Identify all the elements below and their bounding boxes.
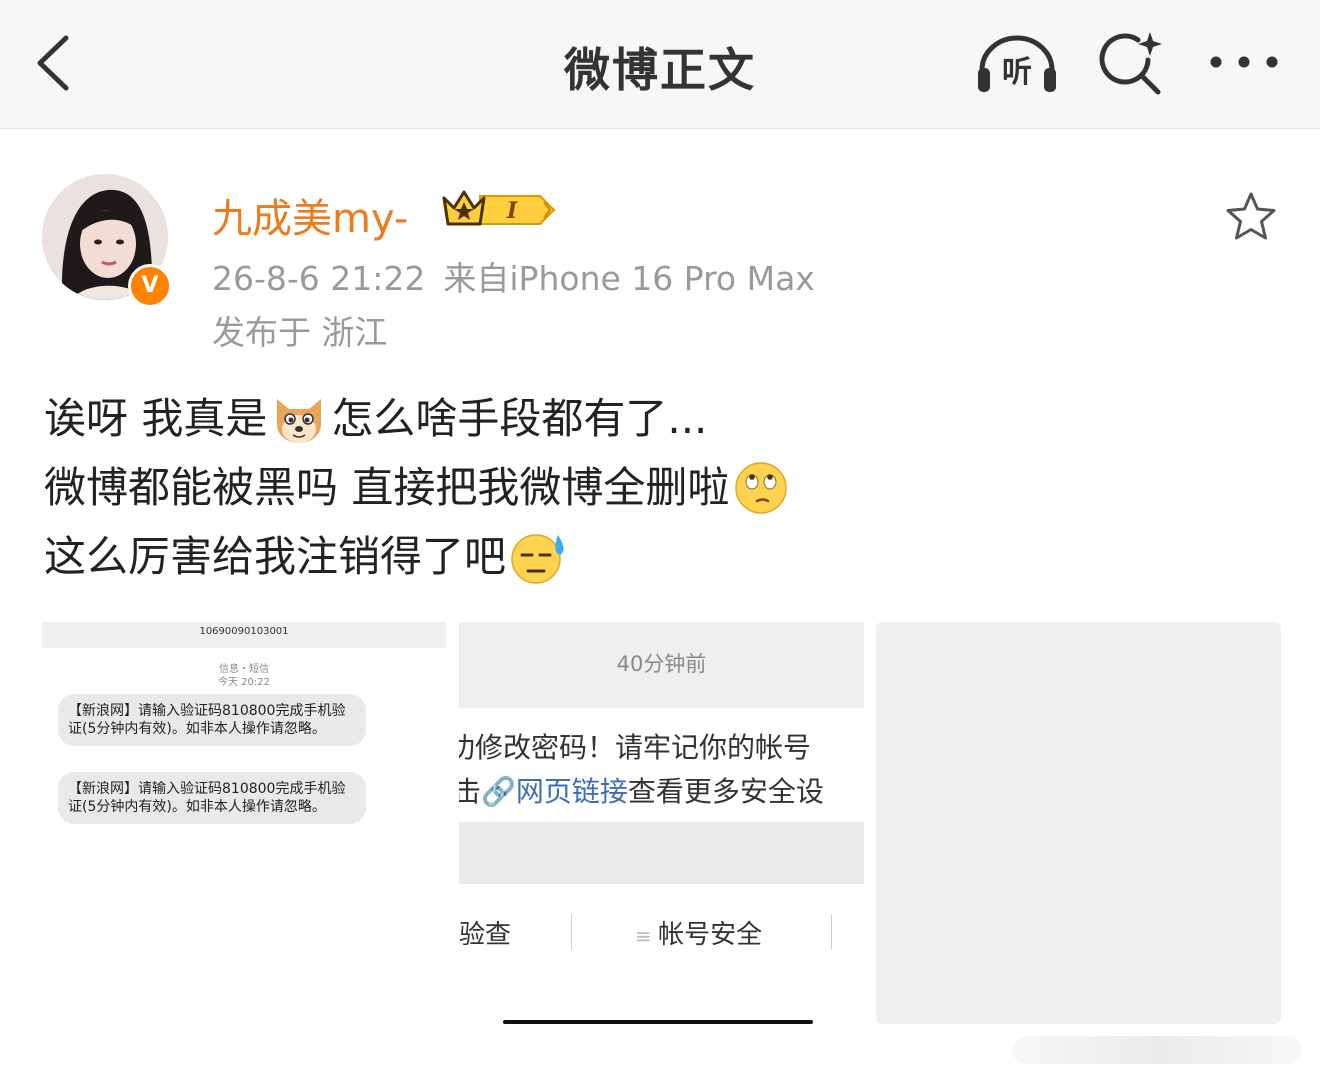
more-button[interactable] [1206,44,1282,80]
member-crown-badge[interactable]: I [440,186,560,232]
notice-text: 击 [459,775,482,808]
post-text-segment: 诶呀 我真是 [44,394,268,443]
sms-bubble: 【新浪网】请输入验证码810800完成手机验证(5分钟内有效)。如非本人操作请忽… [58,772,366,824]
divider [831,914,832,950]
post-text-segment: 微博都能被黑吗 直接把我微博全删啦 [44,463,730,512]
post-text: 诶呀 我真是 怎么啥手段都有了... 微博都能被黑吗 直接把我微博全删啦 这么厉… [44,384,793,591]
divider [571,914,572,950]
post-line-3: 这么厉害给我注销得了吧 [44,522,793,591]
search-button[interactable] [1096,28,1166,98]
notice-line-2: 击🔗网页链接查看更多安全设 [459,770,824,810]
listen-button[interactable]: 听 [974,30,1060,96]
post-line-2: 微博都能被黑吗 直接把我微博全删啦 [44,453,793,522]
sms-bubble: 【新浪网】请输入验证码810800完成手机验证(5分钟内有效)。如非本人操作请忽… [58,694,366,746]
notice-card: 功修改密码！请牢记你的帐号 击🔗网页链接查看更多安全设 [459,708,864,822]
post-image-sms[interactable]: 10690090103001 信息・短信 今天 20:22 【新浪网】请输入验证… [42,622,446,1024]
favorite-button[interactable] [1224,190,1278,244]
post-image-notice[interactable]: 40分钟前 功修改密码！请牢记你的帐号 击🔗网页链接查看更多安全设 验查 ≡ 帐… [459,622,864,1024]
sweat-emoji-icon [511,533,564,584]
notice-action-check: 验查 [459,920,512,950]
sms-time: 今天 20:22 [218,677,270,688]
notice-time: 40分钟前 [616,652,707,676]
post-image-placeholder[interactable] [876,622,1281,1024]
notice-action-safety: ≡ 帐号安全 [635,914,762,951]
notice-action-label: 帐号安全 [658,920,763,950]
post-location: 发布于 浙江 [212,313,388,352]
notice-line-1: 功修改密码！请牢记你的帐号 [459,731,812,764]
star-outline-icon [1226,192,1276,240]
post-source: 来自iPhone 16 Pro Max [443,259,815,298]
top-nav-bar: 微博正文 听 [0,0,1320,129]
notice-spacer [459,822,864,884]
verified-badge: V [128,264,172,308]
link-icon: 🔗 [481,775,516,808]
crown-icon: I [442,190,556,226]
listen-label: 听 [1002,55,1032,90]
eye-roll-emoji-icon [735,461,788,514]
notice-text: 查看更多安全设 [627,775,824,808]
post-timestamp: 26-8-6 21:22 [212,259,426,298]
search-sparkle-icon [1099,32,1162,95]
headphones-icon: 听 [978,35,1056,92]
more-dots-icon [1210,56,1278,68]
post-text-segment: 这么厉害给我注销得了吧 [44,532,507,581]
post-meta: 26-8-6 21:22 来自iPhone 16 Pro Max [212,252,815,300]
watermark [1012,1036,1302,1064]
post-line-1: 诶呀 我真是 怎么啥手段都有了... [44,384,793,453]
sms-sender: 10690090103001 [199,626,289,637]
notice-link: 网页链接 [515,775,628,808]
badge-level: I [506,198,518,224]
doge-emoji-icon [277,398,322,443]
notice-actions: 验查 ≡ 帐号安全 [459,884,864,1024]
home-indicator [503,1020,813,1024]
author-name[interactable]: 九成美my- [212,186,408,244]
menu-lines-icon: ≡ [635,924,659,948]
post-text-segment: 怎么啥手段都有了... [331,394,708,443]
